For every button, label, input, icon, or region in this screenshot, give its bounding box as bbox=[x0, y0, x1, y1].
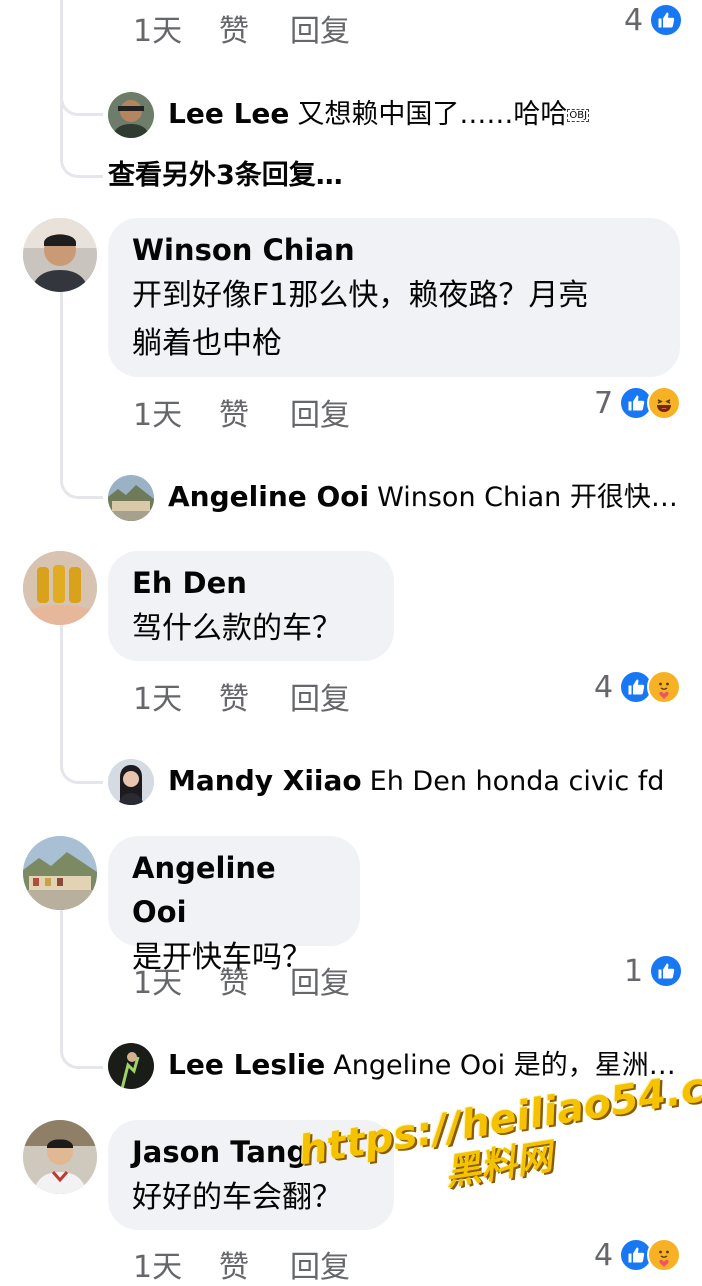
reply-author[interactable]: Lee Leslie bbox=[168, 1048, 325, 1081]
reply-author[interactable]: Mandy Xiiao bbox=[168, 764, 362, 797]
comment-author[interactable]: Winson Chian bbox=[132, 228, 656, 272]
reply-text: Eh Den honda civic fd bbox=[369, 766, 665, 797]
reaction-count: 4 bbox=[624, 2, 644, 38]
reply-text: Winson Chian 开很快… bbox=[377, 482, 678, 513]
reply-text: 又想赖中国了……哈哈 bbox=[297, 99, 568, 130]
avatar[interactable] bbox=[108, 1043, 154, 1089]
thread-elbow bbox=[60, 725, 103, 784]
comment-time: 1天 bbox=[133, 1250, 183, 1285]
reply-author[interactable]: Lee Lee bbox=[168, 97, 289, 130]
like-button[interactable]: 赞 bbox=[219, 6, 249, 50]
reply-button[interactable]: 回复 bbox=[290, 958, 350, 1002]
object-replacement-glyph: OBJ bbox=[567, 108, 590, 122]
reaction-count: 4 bbox=[594, 669, 614, 705]
comment-author[interactable]: Eh Den bbox=[132, 561, 370, 605]
reply-preview[interactable]: Mandy Xiiao Eh Den honda civic fd bbox=[168, 763, 688, 800]
comment-time: 1天 bbox=[133, 682, 183, 717]
avatar[interactable] bbox=[108, 92, 154, 138]
reaction-summary[interactable]: 7 bbox=[594, 383, 682, 423]
reply-button[interactable]: 回复 bbox=[290, 674, 350, 718]
watermark: https://heiliao54.com 黑料网 bbox=[295, 1054, 702, 1218]
like-icon bbox=[649, 3, 684, 37]
comment-time: 1天 bbox=[133, 398, 183, 433]
avatar[interactable] bbox=[108, 475, 154, 521]
reaction-count: 7 bbox=[594, 385, 614, 421]
reply-preview[interactable]: Angeline Ooi Winson Chian 开很快… bbox=[168, 479, 688, 516]
avatar[interactable] bbox=[108, 759, 154, 805]
thread-elbow bbox=[60, 100, 103, 178]
comment-bubble: Eh Den 驾什么款的车？ bbox=[108, 551, 394, 661]
avatar[interactable] bbox=[23, 836, 97, 910]
like-button[interactable]: 赞 bbox=[219, 390, 249, 434]
comment-time: 1天 bbox=[133, 14, 183, 49]
reply-button[interactable]: 回复 bbox=[290, 390, 350, 434]
like-button[interactable]: 赞 bbox=[219, 674, 249, 718]
comment-text-line: 驾什么款的车？ bbox=[132, 611, 342, 646]
reaction-summary[interactable]: 4 bbox=[594, 1235, 682, 1275]
reply-button[interactable]: 回复 bbox=[290, 1242, 350, 1286]
reaction-summary[interactable]: 4 bbox=[594, 667, 682, 707]
reply-button[interactable]: 回复 bbox=[290, 6, 350, 50]
haha-icon bbox=[647, 386, 682, 420]
like-icon bbox=[649, 954, 684, 988]
comment-author[interactable]: Angeline Ooi bbox=[132, 846, 336, 934]
reaction-count: 1 bbox=[624, 953, 644, 989]
reply-author[interactable]: Angeline Ooi bbox=[168, 480, 369, 513]
thread-elbow bbox=[60, 1010, 103, 1069]
care-icon bbox=[647, 1238, 682, 1272]
comment-text-line: 躺着也中枪 bbox=[132, 326, 282, 361]
reaction-summary[interactable]: 4 bbox=[624, 0, 684, 40]
avatar[interactable] bbox=[23, 1120, 97, 1194]
reaction-count: 4 bbox=[594, 1237, 614, 1273]
reply-preview[interactable]: Lee Lee 又想赖中国了……哈哈 OBJ bbox=[168, 96, 688, 134]
view-more-replies-link[interactable]: 查看另外3条回复… bbox=[108, 153, 343, 192]
comment-bubble: Angeline Ooi 是开快车吗？ bbox=[108, 836, 360, 975]
like-button[interactable]: 赞 bbox=[219, 958, 249, 1002]
avatar[interactable] bbox=[23, 551, 97, 625]
comment-bubble: Winson Chian 开到好像F1那么快，赖夜路？月亮 躺着也中枪 bbox=[108, 218, 680, 377]
like-button[interactable]: 赞 bbox=[219, 1242, 249, 1286]
comment-time: 1天 bbox=[133, 966, 183, 1001]
care-icon bbox=[647, 670, 682, 704]
comment-text-line: 开到好像F1那么快，赖夜路？月亮 bbox=[132, 278, 589, 313]
reaction-summary[interactable]: 1 bbox=[624, 951, 684, 991]
thread-elbow bbox=[60, 440, 103, 499]
avatar[interactable] bbox=[23, 218, 97, 292]
